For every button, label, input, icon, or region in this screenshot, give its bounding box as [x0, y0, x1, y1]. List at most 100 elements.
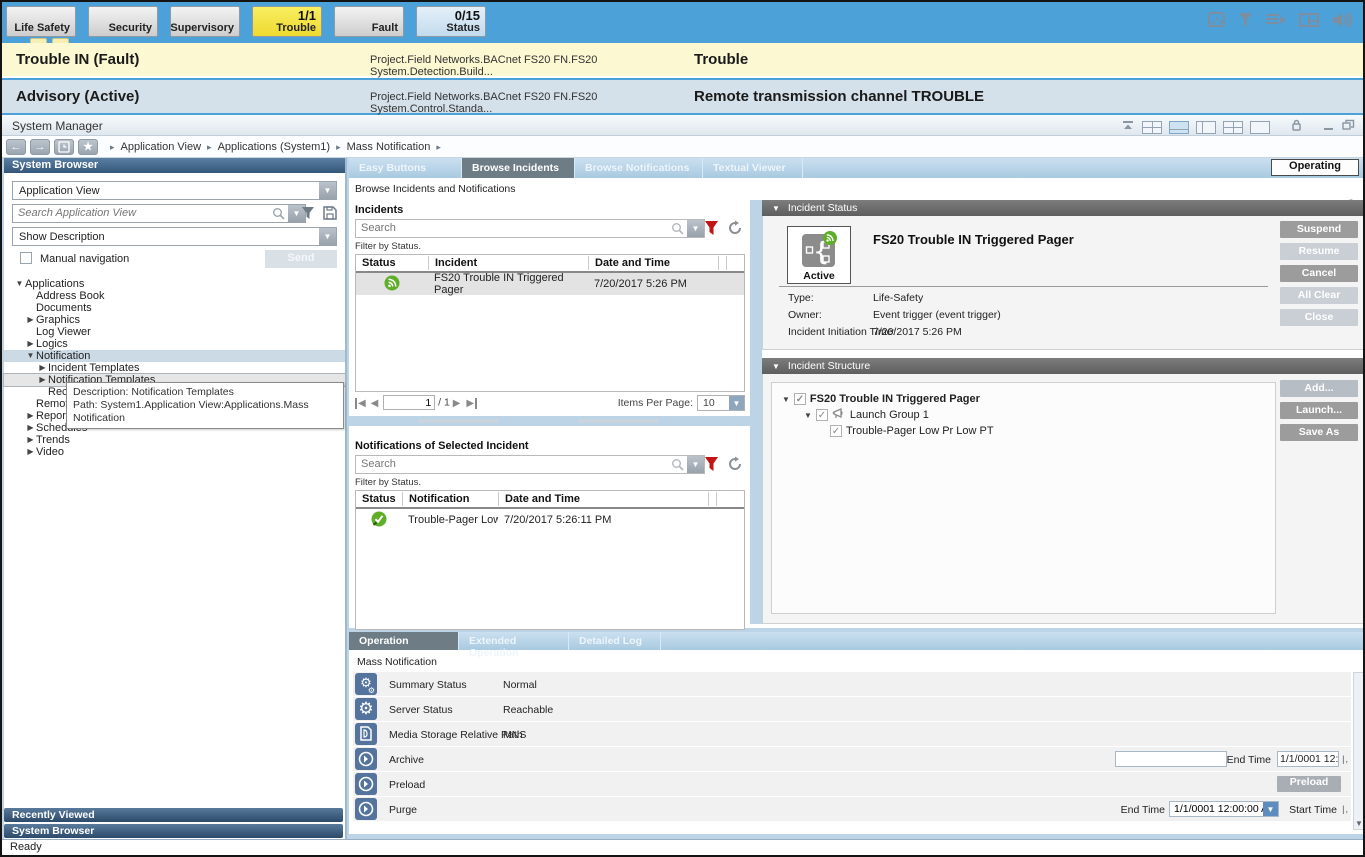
add-button[interactable]: Add...: [1280, 380, 1358, 397]
trouble-button[interactable]: 1/1 Trouble: [252, 6, 322, 37]
save-icon[interactable]: [323, 206, 337, 225]
incidents-page-input[interactable]: [383, 395, 435, 410]
tab-browse-notifications[interactable]: Browse Notifications: [575, 158, 703, 178]
collapse-arrow-icon[interactable]: ▶: [25, 446, 36, 458]
layout-icon[interactable]: [1299, 12, 1319, 28]
filter-icon[interactable]: [301, 206, 315, 225]
recently-viewed-bar[interactable]: Recently Viewed: [4, 808, 343, 822]
server-status-row[interactable]: ⚙ Server Status Reachable: [353, 697, 1351, 721]
scroll-down-icon[interactable]: ▼: [1355, 819, 1363, 828]
operating-mode-button[interactable]: Operating: [1271, 159, 1359, 176]
tab-detailed-log[interactable]: Detailed Log: [569, 632, 661, 650]
breadcrumb-item[interactable]: Applications (System1): [218, 141, 331, 153]
lock-icon[interactable]: [1291, 118, 1302, 136]
view-select[interactable]: Application View ▼: [12, 181, 337, 200]
tab-operation[interactable]: Operation: [349, 632, 459, 650]
security-button[interactable]: Security: [88, 6, 158, 37]
status-button[interactable]: 0/15 Status: [416, 6, 486, 37]
close-button[interactable]: Close: [1280, 309, 1358, 326]
save-as-button[interactable]: Save As: [1280, 424, 1358, 441]
layout-4pane-icon[interactable]: [1142, 121, 1162, 134]
life-safety-button[interactable]: Life Safety: [6, 6, 76, 37]
tree-item[interactable]: Documents: [4, 302, 345, 314]
expand-arrow-icon[interactable]: ▼: [14, 278, 25, 290]
filter-active-icon[interactable]: [704, 220, 719, 241]
back-button[interactable]: ←: [6, 139, 26, 155]
search-input[interactable]: [18, 207, 258, 219]
notifications-table-header[interactable]: Status Notification Date and Time: [356, 491, 744, 509]
tree-item[interactable]: ▼Applications: [4, 278, 345, 290]
datetime-picker-handle[interactable]: |,: [1342, 754, 1349, 764]
tree-item[interactable]: ▶Video: [4, 446, 345, 458]
media-storage-row[interactable]: Media Storage Relative Path MNS: [353, 722, 1351, 746]
structure-item-root[interactable]: ▼ ✓ FS20 Trouble IN Triggered Pager: [782, 391, 1275, 407]
speaker-icon[interactable]: [1331, 11, 1353, 29]
description-select[interactable]: Show Description ▼: [12, 227, 337, 246]
chevron-down-icon[interactable]: ▼: [319, 182, 336, 199]
chevron-down-icon[interactable]: ▼: [687, 456, 704, 473]
report-icon[interactable]: [1208, 12, 1226, 28]
send-button[interactable]: Send: [265, 250, 337, 268]
checkbox-checked[interactable]: ✓: [830, 425, 842, 437]
suspend-button[interactable]: Suspend: [1280, 221, 1358, 238]
checkbox-checked[interactable]: ✓: [794, 393, 806, 405]
resume-button[interactable]: Resume: [1280, 243, 1358, 260]
breadcrumb-item[interactable]: Application View: [121, 141, 202, 153]
datetime-picker-handle[interactable]: |,: [1342, 804, 1349, 814]
chevron-down-icon[interactable]: ▼: [687, 220, 704, 237]
layout-split-icon[interactable]: [1196, 121, 1216, 134]
prev-page-icon[interactable]: ◀: [371, 398, 379, 409]
layout-blank-icon[interactable]: [1250, 121, 1270, 134]
incident-status-header[interactable]: ▼Incident Status: [762, 200, 1365, 216]
structure-item-launch-group[interactable]: ▼ ✓ Launch Group 1: [782, 407, 1275, 423]
purge-end-time-select[interactable]: 1/1/0001 12:00:00 AM▼: [1169, 801, 1279, 817]
tree-item[interactable]: Address Book: [4, 290, 345, 302]
last-page-icon[interactable]: ▶: [465, 398, 477, 409]
chevron-down-icon[interactable]: ▼: [319, 228, 336, 245]
manual-navigation-checkbox[interactable]: [20, 252, 32, 264]
incidents-search-input[interactable]: [361, 222, 661, 234]
purge-row[interactable]: Purge End Time 1/1/0001 12:00:00 AM▼ Sta…: [353, 797, 1351, 821]
tab-extended-operation[interactable]: Extended Operation: [459, 632, 569, 650]
alert-row-advisory[interactable]: Advisory (Active) Project.Field Networks…: [2, 80, 1363, 113]
archive-input[interactable]: [1115, 751, 1227, 767]
tree-item[interactable]: Log Viewer: [4, 326, 345, 338]
breadcrumb-item[interactable]: Mass Notification: [347, 141, 431, 153]
refresh-icon[interactable]: [727, 456, 743, 477]
tree-item-notification[interactable]: ▼Notification: [4, 350, 345, 362]
scrollbar[interactable]: ▼: [1353, 672, 1364, 830]
fault-button[interactable]: Fault: [334, 6, 404, 37]
layout-single-icon[interactable]: [1169, 121, 1189, 134]
items-per-page-select[interactable]: 10▼: [697, 395, 745, 411]
collapse-arrow-icon[interactable]: ▶: [25, 338, 36, 350]
tree-item[interactable]: ▶Logics: [4, 338, 345, 350]
refresh-icon[interactable]: [727, 220, 743, 241]
collapse-arrow-icon[interactable]: ▶: [25, 314, 36, 326]
collapse-icon[interactable]: [1121, 118, 1135, 136]
cancel-button[interactable]: Cancel: [1280, 265, 1358, 282]
tab-easy-buttons[interactable]: Easy Buttons: [349, 158, 462, 178]
expand-arrow-icon[interactable]: ▼: [804, 411, 812, 420]
incident-row[interactable]: FS20 Trouble IN Triggered Pager 7/20/201…: [356, 273, 744, 295]
favorites-star-button[interactable]: ★: [78, 139, 98, 155]
tree-item[interactable]: ▶Graphics: [4, 314, 345, 326]
collapse-arrow-icon[interactable]: ▶: [37, 374, 48, 386]
event-list-icon[interactable]: [1265, 12, 1287, 28]
restore-icon[interactable]: [1342, 118, 1355, 136]
collapse-arrow-icon[interactable]: ▶: [25, 422, 36, 434]
collapse-arrow-icon[interactable]: ▶: [25, 434, 36, 446]
tab-textual-viewer[interactable]: Textual Viewer: [703, 158, 803, 178]
first-page-icon[interactable]: ◀: [355, 398, 366, 409]
checkbox-checked[interactable]: ✓: [816, 409, 828, 421]
filter-active-icon[interactable]: [704, 456, 719, 477]
preload-row[interactable]: Preload Preload: [353, 772, 1351, 796]
notification-row[interactable]: Trouble-Pager Low Pr 7/20/2017 5:26:11 P…: [356, 509, 744, 531]
notifications-search-input[interactable]: [361, 458, 661, 470]
next-page-icon[interactable]: ▶: [453, 398, 461, 409]
tree-item[interactable]: ▶Trends: [4, 434, 345, 446]
system-browser-bar[interactable]: System Browser: [4, 824, 343, 838]
archive-end-time-input[interactable]: 1/1/0001 12:0: [1277, 751, 1339, 767]
launch-button[interactable]: Launch...: [1280, 402, 1358, 419]
forward-button[interactable]: →: [30, 139, 50, 155]
archive-row[interactable]: Archive End Time 1/1/0001 12:0 |,: [353, 747, 1351, 771]
